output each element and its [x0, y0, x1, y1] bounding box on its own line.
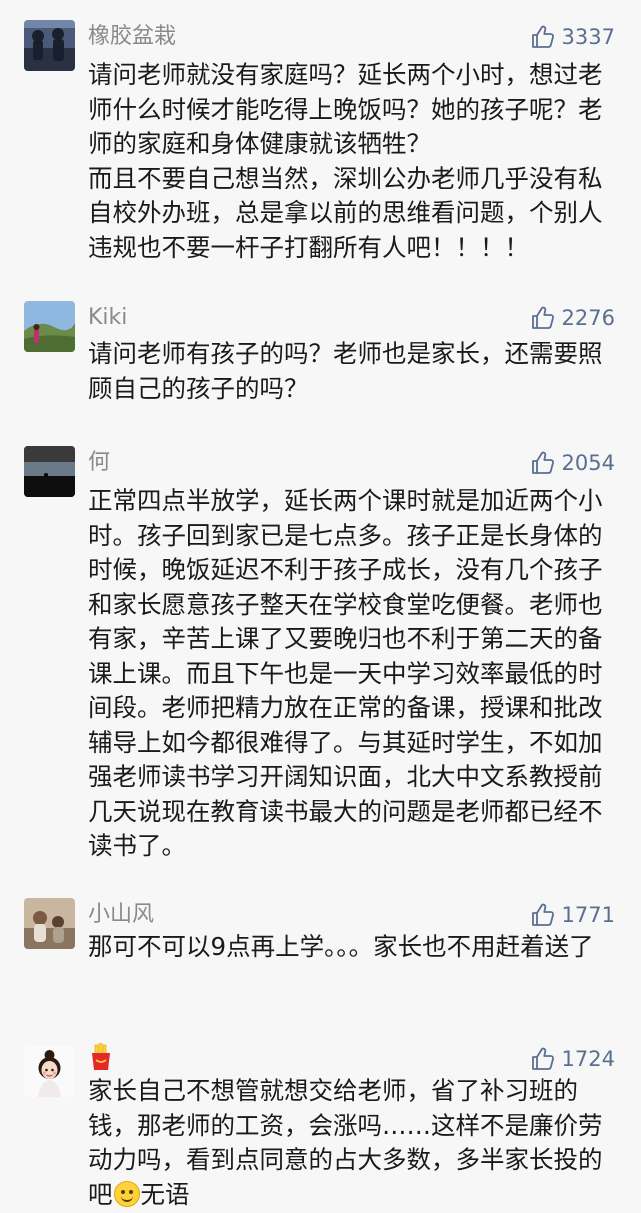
like-button[interactable]: 1771	[530, 900, 615, 930]
like-button[interactable]: 2054	[530, 448, 615, 478]
comment-text: 请问老师就没有家庭吗？延长两个小时，想过老师什么时候才能吃得上晚饭吗？她的孩子呢…	[88, 60, 603, 262]
user-avatar[interactable]	[24, 301, 75, 352]
thumbs-up-icon	[531, 1047, 554, 1070]
smiling-face-emoji-icon	[113, 1180, 140, 1207]
like-count: 3337	[561, 25, 615, 49]
user-avatar[interactable]	[24, 446, 75, 497]
like-count: 2054	[561, 451, 615, 475]
comment-text: 正常四点半放学，延长两个课时就是加近两个小时。孩子回到家已是七点多。孩子正是长身…	[88, 486, 603, 860]
thumbs-up-icon	[531, 25, 554, 48]
username[interactable]: 小山风	[88, 900, 154, 930]
comment-text: 那可不可以9点再上学。。。家长也不用赶着送了	[88, 932, 594, 961]
like-count: 1771	[561, 903, 615, 927]
user-avatar[interactable]	[24, 20, 75, 71]
thumbs-up-icon	[531, 451, 554, 474]
username[interactable]: 何	[88, 448, 110, 478]
landscape-avatar-icon	[24, 301, 75, 352]
comment-text: 请问老师有孩子的吗？老师也是家长，还需要照顾自己的孩子的吗？	[88, 339, 603, 403]
girl-cartoon-avatar-icon	[24, 1046, 75, 1097]
photo-avatar-icon	[24, 20, 75, 71]
family-photo-avatar-icon	[24, 898, 75, 949]
like-button[interactable]: 3337	[530, 22, 615, 52]
user-avatar[interactable]	[24, 1046, 75, 1097]
username[interactable]	[88, 1042, 114, 1072]
like-button[interactable]: 2276	[530, 303, 615, 333]
username[interactable]: 橡胶盆栽	[88, 22, 176, 52]
fries-emoji-icon	[92, 1042, 110, 1070]
like-count: 2276	[561, 306, 615, 330]
like-button[interactable]: 1724	[530, 1044, 615, 1074]
like-count: 1724	[561, 1047, 615, 1071]
user-avatar[interactable]	[24, 898, 75, 949]
thumbs-up-icon	[531, 306, 554, 329]
thumbs-up-icon	[531, 903, 554, 926]
dark-sea-avatar-icon	[24, 446, 75, 497]
username[interactable]: Kiki	[88, 303, 127, 333]
comment-text: 家长自己不想管就想交给老师，省了补习班的钱，那老师的工资，会涨吗……这样不是廉价…	[88, 1076, 603, 1209]
